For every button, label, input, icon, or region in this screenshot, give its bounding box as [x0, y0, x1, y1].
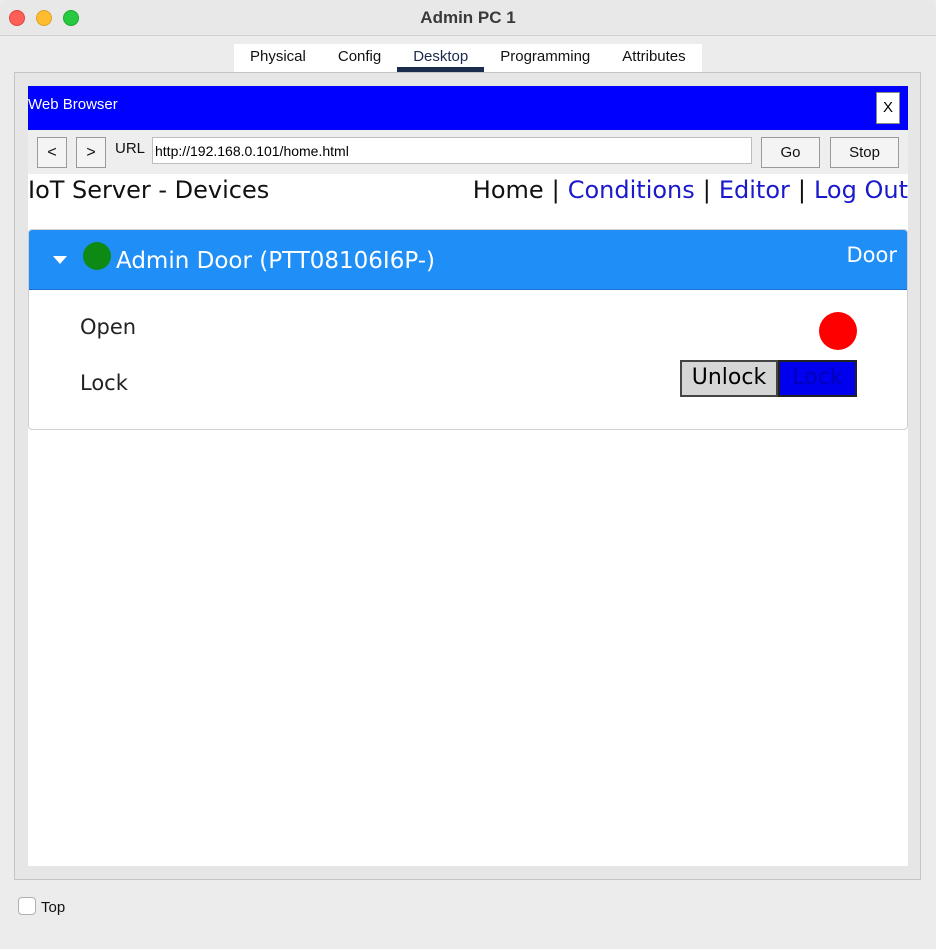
device-header[interactable]: Admin Door (PTT08106I6P-) Door — [29, 230, 907, 290]
nav-editor-link[interactable]: Editor — [719, 176, 790, 204]
tab-desktop[interactable]: Desktop — [397, 44, 485, 72]
stop-button[interactable]: Stop — [830, 137, 899, 168]
nav-logout-link[interactable]: Log Out — [814, 176, 908, 204]
device-tabs: Physical Config Desktop Programming Attr… — [234, 44, 702, 72]
lock-label: Lock — [80, 371, 128, 395]
footer-bar: Top — [0, 885, 936, 949]
open-status-indicator — [819, 312, 857, 350]
browser-page: IoT Server - Devices Home | Conditions | Edi… — [28, 174, 908, 866]
app-window: Admin PC 1 Physical Config Desktop Progr… — [0, 0, 936, 949]
caret-down-icon[interactable] — [53, 256, 67, 264]
nav-separator: | — [551, 176, 560, 204]
device-name: Admin Door (PTT08106I6P-) — [116, 248, 435, 274]
close-browser-button[interactable]: X — [876, 92, 900, 124]
open-label: Open — [80, 315, 137, 339]
top-navigation: Home | Conditions | Editor | Log Out — [473, 176, 908, 204]
tab-programming[interactable]: Programming — [484, 44, 606, 72]
nav-separator: | — [797, 176, 806, 204]
nav-separator: | — [702, 176, 711, 204]
nav-home-link[interactable]: Home — [473, 176, 544, 204]
lock-button[interactable]: Lock — [778, 360, 857, 397]
top-label: Top — [41, 899, 66, 916]
tab-attributes[interactable]: Attributes — [606, 44, 701, 72]
url-label: URL — [115, 140, 146, 157]
web-browser-titlebar: Web Browser X — [28, 86, 908, 130]
window-title: Admin PC 1 — [420, 8, 516, 27]
unlock-button[interactable]: Unlock — [680, 360, 778, 397]
url-input[interactable] — [152, 137, 752, 164]
web-browser-title: Web Browser — [28, 96, 118, 113]
device-card: Admin Door (PTT08106I6P-) Door Open Lock… — [28, 229, 908, 430]
forward-button[interactable]: > — [76, 137, 106, 168]
nav-conditions-link[interactable]: Conditions — [568, 176, 695, 204]
device-status-indicator — [83, 242, 111, 270]
tab-physical[interactable]: Physical — [234, 44, 322, 72]
window-titlebar: Admin PC 1 — [0, 0, 936, 36]
browser-toolbar: < > URL Go Stop — [28, 130, 908, 174]
go-button[interactable]: Go — [761, 137, 820, 168]
top-checkbox[interactable] — [18, 897, 36, 915]
tab-config[interactable]: Config — [322, 44, 397, 72]
device-type: Door — [846, 243, 897, 267]
back-button[interactable]: < — [37, 137, 67, 168]
page-title: IoT Server - Devices — [28, 176, 270, 204]
